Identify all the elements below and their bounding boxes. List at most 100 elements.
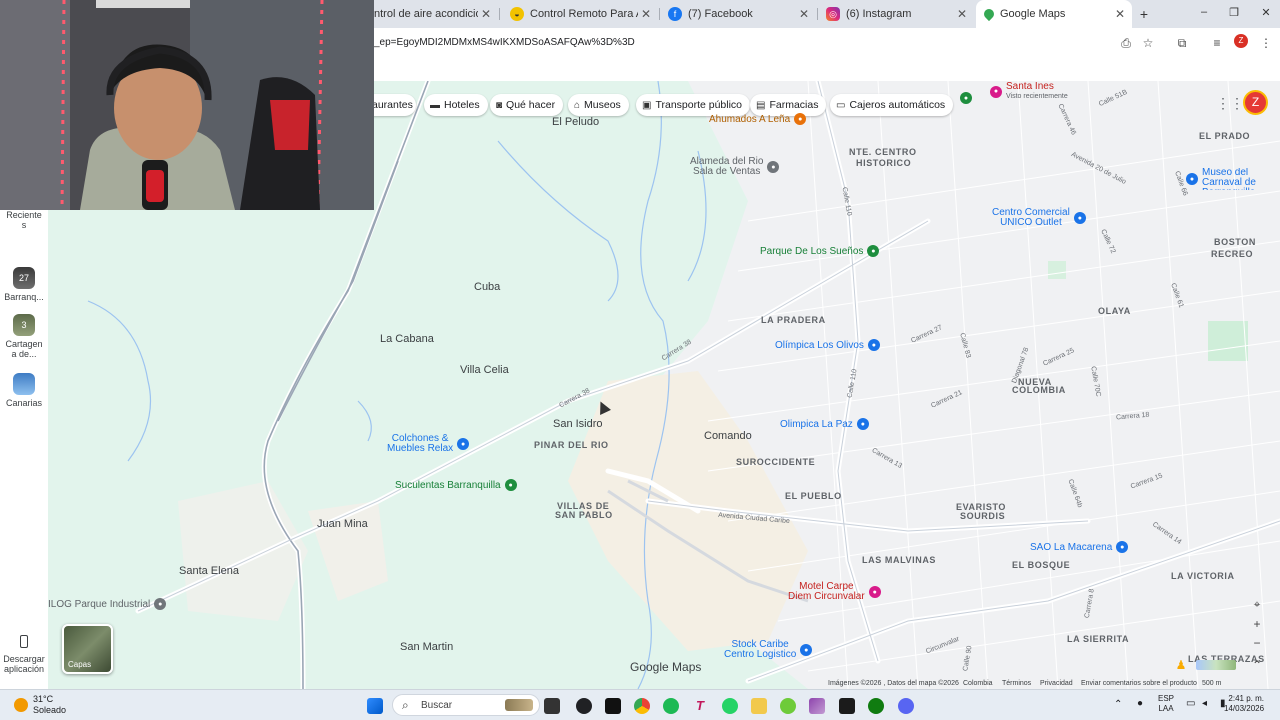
microphone-icon[interactable]: ● (1137, 699, 1143, 709)
close-icon[interactable]: ✕ (478, 7, 494, 21)
poi-ahumados[interactable]: ● Ahumados A Leña (709, 113, 807, 125)
poi-alameda-del-rio[interactable]: ● Alameda del Rio Sala de Ventas (690, 157, 780, 177)
app-icon[interactable] (809, 698, 825, 714)
close-icon[interactable]: ✕ (954, 7, 970, 21)
address-bar[interactable]: _ep=EgoyMDI2MDMxMS4wIKXMDSoASAFQAw%3D%3D (374, 37, 635, 48)
expand-icon[interactable]: ⌃ (1249, 657, 1265, 673)
account-avatar[interactable]: Z (1243, 90, 1268, 115)
taskbar-search[interactable]: ⌕ Buscar (392, 694, 540, 716)
close-window-button[interactable]: ✕ (1256, 6, 1276, 19)
hotel-pin-icon: ● (990, 85, 1002, 98)
place-label: Juan Mina (317, 518, 368, 530)
poi-sao-macarena[interactable]: ● SAO La Macarena (1030, 541, 1129, 553)
chrome-icon[interactable] (634, 698, 650, 714)
chip-que-hacer[interactable]: ◙ Qué hacer (490, 94, 564, 116)
app-icon[interactable] (839, 698, 855, 714)
place-label: Villa Celia (460, 364, 509, 376)
poi-santa-ines[interactable]: ● Santa Ines Visto recientemente (990, 82, 1068, 101)
chip-museos[interactable]: ⌂ Museos (568, 94, 629, 116)
close-icon[interactable]: ✕ (1112, 7, 1128, 21)
xbox-icon[interactable] (868, 698, 884, 714)
tab-label: ntrol de aire acondicionado (374, 8, 478, 20)
tab-google-maps[interactable]: Google Maps ✕ (976, 0, 1132, 28)
neighborhood-label: PINAR DEL RIO (534, 440, 609, 450)
obs-icon[interactable] (576, 698, 592, 714)
privacy-link[interactable]: Privacidad (1040, 680, 1073, 689)
recent-cartagena[interactable]: 3 Cartagen a de... (2, 314, 46, 359)
place-label: Cuba (474, 281, 501, 293)
clock[interactable]: 2:41 p. m. 14/03/2026 (1224, 694, 1264, 714)
park-pin-icon[interactable]: ● (960, 92, 972, 104)
tab-label: Google Maps (1000, 8, 1066, 20)
poi-motel-carpe[interactable]: ● Motel Carpe Diem Circunvalar (788, 582, 881, 602)
chip-label: aurantes (372, 99, 413, 111)
app-icon[interactable] (780, 698, 796, 714)
spotify-icon[interactable] (663, 698, 679, 714)
poi-stock-caribe[interactable]: ● Stock Caribe Centro Logistico (724, 640, 813, 660)
weather-widget[interactable]: 31°C Soleado (33, 694, 66, 716)
imagery-thumbnails[interactable] (1196, 660, 1236, 670)
poi-subtitle: Sala de Ventas (693, 166, 761, 177)
tab-aire-acondicionado[interactable]: ntrol de aire acondicionado ✕ (366, 0, 498, 28)
poi-subtitle: Muebles Relax (387, 443, 454, 454)
my-location-icon[interactable]: ⌖ (1249, 596, 1265, 612)
text-editor-icon[interactable]: T (692, 698, 708, 714)
tab-control-remoto[interactable]: ◒ Control Remoto Para Aire Acon ✕ (502, 0, 658, 28)
chip-label: Qué hacer (506, 99, 556, 111)
windows-start-icon[interactable] (367, 698, 383, 714)
browser-menu-icon[interactable]: ⋮ (1258, 35, 1274, 51)
tiktok-icon[interactable] (605, 698, 621, 714)
file-explorer-icon[interactable] (751, 698, 767, 714)
recent-canarias[interactable]: Canarias (2, 373, 46, 408)
feedback-link[interactable]: Enviar comentarios sobre el producto (1081, 680, 1197, 689)
task-view-icon[interactable] (544, 698, 560, 714)
google-maps-logo: Google Maps (630, 660, 702, 674)
atm-icon: ▭ (836, 99, 846, 111)
poi-olimpica-la-paz[interactable]: ● Olimpica La Paz (780, 418, 869, 430)
google-apps-icon[interactable]: ⋮⋮ (1216, 96, 1244, 110)
scale-label: 500 m (1202, 680, 1222, 687)
tab-instagram[interactable]: ◎ (6) Instagram ✕ (818, 0, 974, 28)
country-link[interactable]: Colombia (963, 680, 993, 689)
poi-ilog-parque[interactable]: ● ILOG Parque Industrial (48, 598, 167, 610)
network-icon[interactable]: ▭ (1186, 699, 1195, 709)
neighborhood-label: BOSTON (1214, 237, 1256, 247)
layers-button[interactable]: Capas (62, 624, 113, 674)
tab-facebook[interactable]: f (7) Facebook ✕ (660, 0, 816, 28)
poi-suculentas[interactable]: ● Suculentas Barranquilla (395, 479, 517, 491)
extensions-icon[interactable]: ⧉ (1174, 35, 1190, 51)
install-app-icon[interactable]: ⎙ (1118, 35, 1134, 51)
language-indicator[interactable]: ESP LAA (1158, 694, 1174, 714)
tab-separator (499, 8, 500, 20)
minimize-button[interactable]: – (1194, 6, 1214, 18)
poi-olimpica-olivos[interactable]: ● Olímpica Los Olivos (775, 339, 880, 351)
chip-cajeros[interactable]: ▭ Cajeros automáticos (830, 94, 954, 116)
chip-hoteles[interactable]: ▬ Hoteles (424, 94, 488, 116)
chip-label: Hoteles (444, 99, 480, 111)
terms-link[interactable]: Términos (1002, 680, 1031, 689)
download-app-button[interactable]: Descargar aplicación (2, 635, 46, 674)
bookmark-star-icon[interactable]: ☆ (1140, 35, 1156, 51)
clock-date: 14/03/2026 (1224, 704, 1265, 713)
volume-icon[interactable]: ◂ (1202, 699, 1207, 709)
media-control-icon[interactable]: ≡ (1209, 35, 1225, 51)
zoom-out-button[interactable]: − (1249, 635, 1265, 651)
maps-sidebar: Reciente s 27 Barranq... 3 Cartagen a de… (0, 210, 48, 689)
poi-parque-suenos[interactable]: ● Parque De Los Sueños (760, 245, 880, 257)
new-tab-button[interactable]: + (1136, 6, 1152, 22)
discord-icon[interactable] (898, 698, 914, 714)
recent-barranquilla[interactable]: 27 Barranq... (2, 267, 46, 302)
close-icon[interactable]: ✕ (638, 7, 654, 21)
recents-label[interactable]: Reciente s (4, 210, 44, 230)
poi-colchones[interactable]: ● Colchones & Muebles Relax (387, 434, 470, 454)
restore-button[interactable]: ❐ (1224, 6, 1244, 19)
close-icon[interactable]: ✕ (796, 7, 812, 21)
pegman-icon[interactable]: ♟ (1173, 657, 1189, 673)
tray-expand-icon[interactable]: ⌃ (1114, 700, 1122, 710)
poi-unico-outlet[interactable]: ● Centro Comercial UNICO Outlet (992, 208, 1086, 228)
poi-subtitle: UNICO Outlet (1000, 217, 1062, 228)
profile-avatar[interactable]: Z (1234, 34, 1248, 48)
poi-museo-carnaval[interactable]: ● Museo del Carnaval de Barranquilla (1186, 168, 1262, 190)
whatsapp-icon[interactable] (722, 698, 738, 714)
zoom-in-button[interactable]: + (1249, 616, 1265, 632)
